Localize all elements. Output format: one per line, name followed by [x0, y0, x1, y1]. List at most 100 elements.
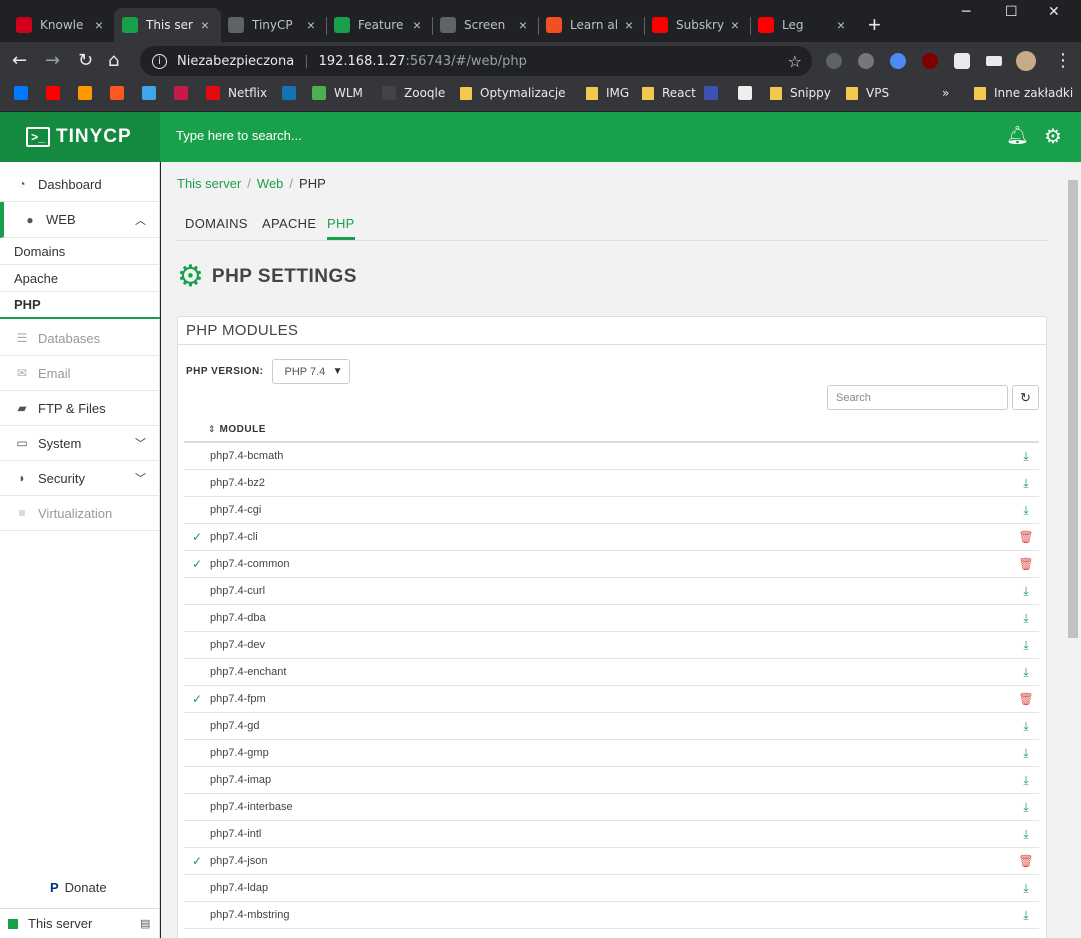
sidebar-subitem-domains[interactable]: Domains — [0, 238, 160, 265]
module-search-input[interactable]: Search — [827, 385, 1008, 410]
bookmark-item[interactable]: Zooqle — [382, 86, 445, 100]
bookmark-item[interactable] — [738, 86, 760, 100]
download-icon[interactable]: ⤓ — [1013, 449, 1039, 464]
download-icon[interactable]: ⤓ — [1013, 746, 1039, 761]
download-icon[interactable]: ⤓ — [1013, 719, 1039, 734]
bookmark-item[interactable]: React — [642, 86, 696, 100]
breadcrumb-web[interactable]: Web — [257, 176, 284, 191]
browser-tab[interactable]: Leg × — [750, 8, 857, 42]
browser-tab[interactable]: Screen × — [432, 8, 539, 42]
scrollbar-thumb[interactable] — [1068, 180, 1078, 638]
bookmark-item[interactable] — [110, 86, 132, 100]
download-icon[interactable]: ⤓ — [1013, 584, 1039, 599]
download-icon[interactable]: ⤓ — [1013, 665, 1039, 680]
bookmark-item[interactable]: Netflix — [206, 86, 267, 100]
sort-icon[interactable]: ⇕ — [208, 424, 216, 435]
info-icon[interactable]: i — [152, 53, 167, 69]
tab-close-icon[interactable]: × — [409, 17, 425, 33]
bookmark-item[interactable] — [14, 86, 36, 100]
other-bookmarks[interactable]: Inne zakładki — [974, 86, 1073, 100]
sidebar-item-security[interactable]: ◗ Security ﹀ — [0, 461, 160, 496]
tab-close-icon[interactable]: × — [303, 17, 319, 33]
sidebar-item-web[interactable]: ● WEB ︿ — [0, 202, 160, 238]
server-list-icon[interactable]: ▤ — [140, 917, 150, 930]
bookmark-item[interactable] — [142, 86, 164, 100]
tab-domains[interactable]: DOMAINS — [185, 216, 248, 231]
brand-logo[interactable]: >_ TINYCP — [0, 112, 160, 162]
reading-list-icon[interactable] — [986, 56, 1002, 66]
bookmark-item[interactable] — [46, 86, 68, 100]
download-icon[interactable]: ⤓ — [1013, 773, 1039, 788]
refresh-button[interactable]: ↻ — [1012, 385, 1039, 410]
breadcrumb-this-server[interactable]: This server — [177, 176, 241, 191]
download-icon[interactable]: ⤓ — [1013, 611, 1039, 626]
sidebar-item-databases[interactable]: ☰ Databases — [0, 321, 160, 356]
sidebar-item-email[interactable]: ✉ Email — [0, 356, 160, 391]
trash-icon[interactable]: 🗑︎ — [1013, 530, 1039, 544]
tab-close-icon[interactable]: × — [197, 17, 213, 33]
minimize-button[interactable]: ─ — [962, 4, 970, 20]
forward-button[interactable]: → — [45, 50, 60, 71]
trash-icon[interactable]: 🗑︎ — [1013, 692, 1039, 706]
bookmark-item[interactable] — [78, 86, 100, 100]
bookmarks-overflow[interactable]: » — [942, 86, 949, 100]
tab-close-icon[interactable]: × — [91, 17, 107, 33]
browser-tab[interactable]: Learn al × — [538, 8, 645, 42]
bookmark-item[interactable]: WLM — [312, 86, 363, 100]
browser-menu-icon[interactable]: ⋮ — [1054, 50, 1072, 71]
download-icon[interactable]: ⤓ — [1013, 476, 1039, 491]
trash-icon[interactable]: 🗑︎ — [1013, 854, 1039, 868]
extension-gear-icon[interactable] — [858, 53, 874, 69]
bookmark-item[interactable]: VPS — [846, 86, 889, 100]
browser-tab[interactable]: Feature × — [326, 8, 433, 42]
bookmark-item[interactable] — [704, 86, 726, 100]
app-search-input[interactable]: Type here to search... — [176, 128, 302, 143]
browser-tab[interactable]: Subskry × — [644, 8, 751, 42]
download-icon[interactable]: ⤓ — [1013, 908, 1039, 923]
bookmark-item[interactable]: Snippy — [770, 86, 831, 100]
back-button[interactable]: ← — [12, 50, 27, 71]
download-icon[interactable]: ⤓ — [1013, 638, 1039, 653]
donate-link[interactable]: P Donate — [50, 880, 107, 895]
download-icon[interactable]: ⤓ — [1013, 827, 1039, 842]
php-version-select[interactable]: PHP 7.4 ▼ — [271, 359, 350, 384]
sidebar-item-virtualization[interactable]: ≡ Virtualization — [0, 496, 160, 531]
tab-apache[interactable]: APACHE — [262, 216, 316, 231]
browser-tab[interactable]: TinyCP × — [220, 8, 327, 42]
bell-icon[interactable]: 🔔︎ — [1006, 125, 1029, 146]
bookmark-item[interactable] — [282, 86, 304, 100]
trash-icon[interactable]: 🗑︎ — [1013, 557, 1039, 571]
tab-php[interactable]: PHP — [327, 216, 355, 240]
tab-close-icon[interactable]: × — [621, 17, 637, 33]
download-icon[interactable]: ⤓ — [1013, 881, 1039, 896]
tab-close-icon[interactable]: × — [833, 17, 849, 33]
new-tab-button[interactable]: + — [868, 12, 881, 38]
browser-tab[interactable]: Knowle × — [8, 8, 115, 42]
extension-owl-icon[interactable] — [826, 53, 842, 69]
tab-close-icon[interactable]: × — [515, 17, 531, 33]
sidebar-item-system[interactable]: ▭ System ﹀ — [0, 426, 160, 461]
sidebar-subitem-apache[interactable]: Apache — [0, 265, 160, 292]
scrollbar[interactable] — [1064, 162, 1081, 938]
bookmark-item[interactable] — [174, 86, 196, 100]
download-icon[interactable]: ⤓ — [1013, 800, 1039, 815]
browser-tab[interactable]: This ser × — [114, 8, 221, 42]
close-window-button[interactable]: ✕ — [1048, 4, 1060, 20]
sidebar-subitem-php[interactable]: PHP — [0, 292, 160, 319]
sidebar-item-dashboard[interactable]: ◔ Dashboard — [0, 167, 160, 202]
download-icon[interactable]: ⤓ — [1013, 503, 1039, 518]
reload-button[interactable]: ↻ — [78, 50, 93, 71]
sidebar-item-ftp[interactable]: ▰ FTP & Files — [0, 391, 160, 426]
home-button[interactable]: ⌂ — [108, 50, 119, 71]
bookmark-item[interactable]: Optymalizacje — [460, 86, 566, 100]
maximize-button[interactable]: ☐ — [1005, 4, 1018, 20]
extension-diamond-icon[interactable] — [890, 53, 906, 69]
extension-ublock-icon[interactable] — [922, 53, 938, 69]
extensions-puzzle-icon[interactable] — [954, 53, 970, 69]
bookmark-star-icon[interactable]: ☆ — [788, 52, 802, 71]
bookmark-item[interactable]: IMG — [586, 86, 629, 100]
column-module[interactable]: MODULE — [220, 424, 266, 435]
server-status[interactable]: This server ▤ — [0, 908, 160, 938]
profile-avatar[interactable] — [1016, 51, 1036, 71]
tab-close-icon[interactable]: × — [727, 17, 743, 33]
